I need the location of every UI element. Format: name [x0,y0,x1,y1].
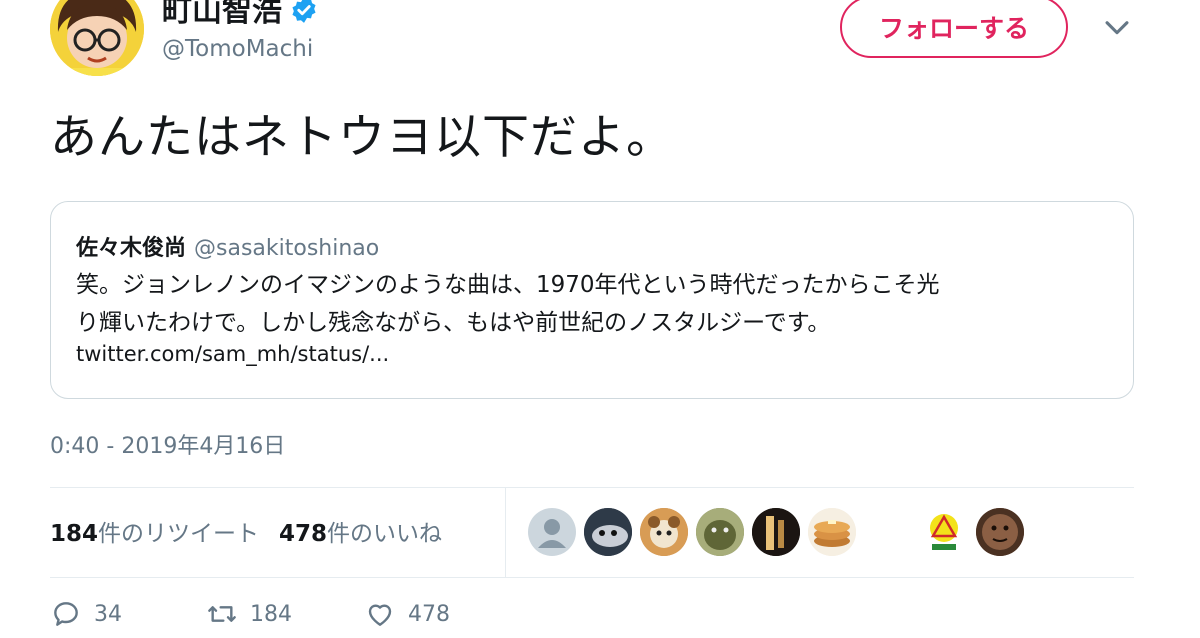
retweets-label: 件のリツイート [98,521,260,547]
reply-count: 34 [94,601,122,627]
quoted-author-name: 佐々木俊尚 [76,236,187,261]
retweet-icon [208,606,236,622]
liker-avatar[interactable] [528,508,576,556]
liker-avatar[interactable] [640,508,688,556]
likes-count: 478 [279,521,328,547]
author-display-name[interactable]: 町山智浩 [162,0,318,30]
like-button[interactable]: 478 [364,598,450,630]
retweet-count: 184 [250,601,292,627]
liker-avatar[interactable] [752,508,800,556]
retweets-count: 184 [50,521,99,547]
quoted-author-handle: @sasakitoshinao [194,236,380,261]
follow-button[interactable]: フォローする [840,0,1068,58]
liker-avatar[interactable] [808,508,856,556]
tweet-timestamp[interactable]: 0:40 - 2019年4月16日 [50,428,285,460]
liker-avatar[interactable] [976,508,1024,556]
chevron-down-icon[interactable] [1100,10,1134,44]
quoted-tweet-card[interactable]: 佐々木俊尚 @sasakitoshinao 笑。ジョンレノンのイマジンのような曲は… [50,201,1134,399]
verified-badge-icon [292,0,316,23]
likes-stat[interactable]: 478件のいいね [279,521,442,547]
tweet-text: あんたはネトウヨ以下だよ。 [50,110,674,165]
author-name-text[interactable]: 町山智浩 [162,0,282,29]
liker-avatar[interactable] [696,508,744,556]
divider [50,487,1134,488]
quoted-text-line: り輝いたわけで。しかし残念ながら、もはや前世紀のノスタルジーです。 [76,310,831,336]
heart-icon [368,604,392,626]
quoted-tweet-link[interactable]: twitter.com/sam_mh/status/... [76,342,389,366]
author-handle[interactable]: @TomoMachi [162,36,313,62]
retweet-button[interactable]: 184 [206,598,292,630]
divider [505,487,506,577]
author-avatar[interactable] [50,0,144,76]
quoted-tweet-text: 笑。ジョンレノンのイマジンのような曲は、1970年代という時代だったからこそ光 … [76,266,1116,342]
liker-avatar[interactable] [584,508,632,556]
like-count: 478 [408,601,450,627]
engagement-stats: 184件のリツイート 478件のいいね [50,514,442,548]
reply-button[interactable]: 34 [50,598,122,630]
liker-avatar[interactable] [920,508,968,556]
quoted-text-line: 笑。ジョンレノンのイマジンのような曲は、1970年代という時代だったからこそ光 [76,272,940,298]
reply-icon [54,602,78,626]
quoted-author: 佐々木俊尚 @sasakitoshinao [76,230,379,262]
divider [50,577,1134,578]
retweets-stat[interactable]: 184件のリツイート [50,521,259,547]
likes-label: 件のいいね [327,521,443,547]
